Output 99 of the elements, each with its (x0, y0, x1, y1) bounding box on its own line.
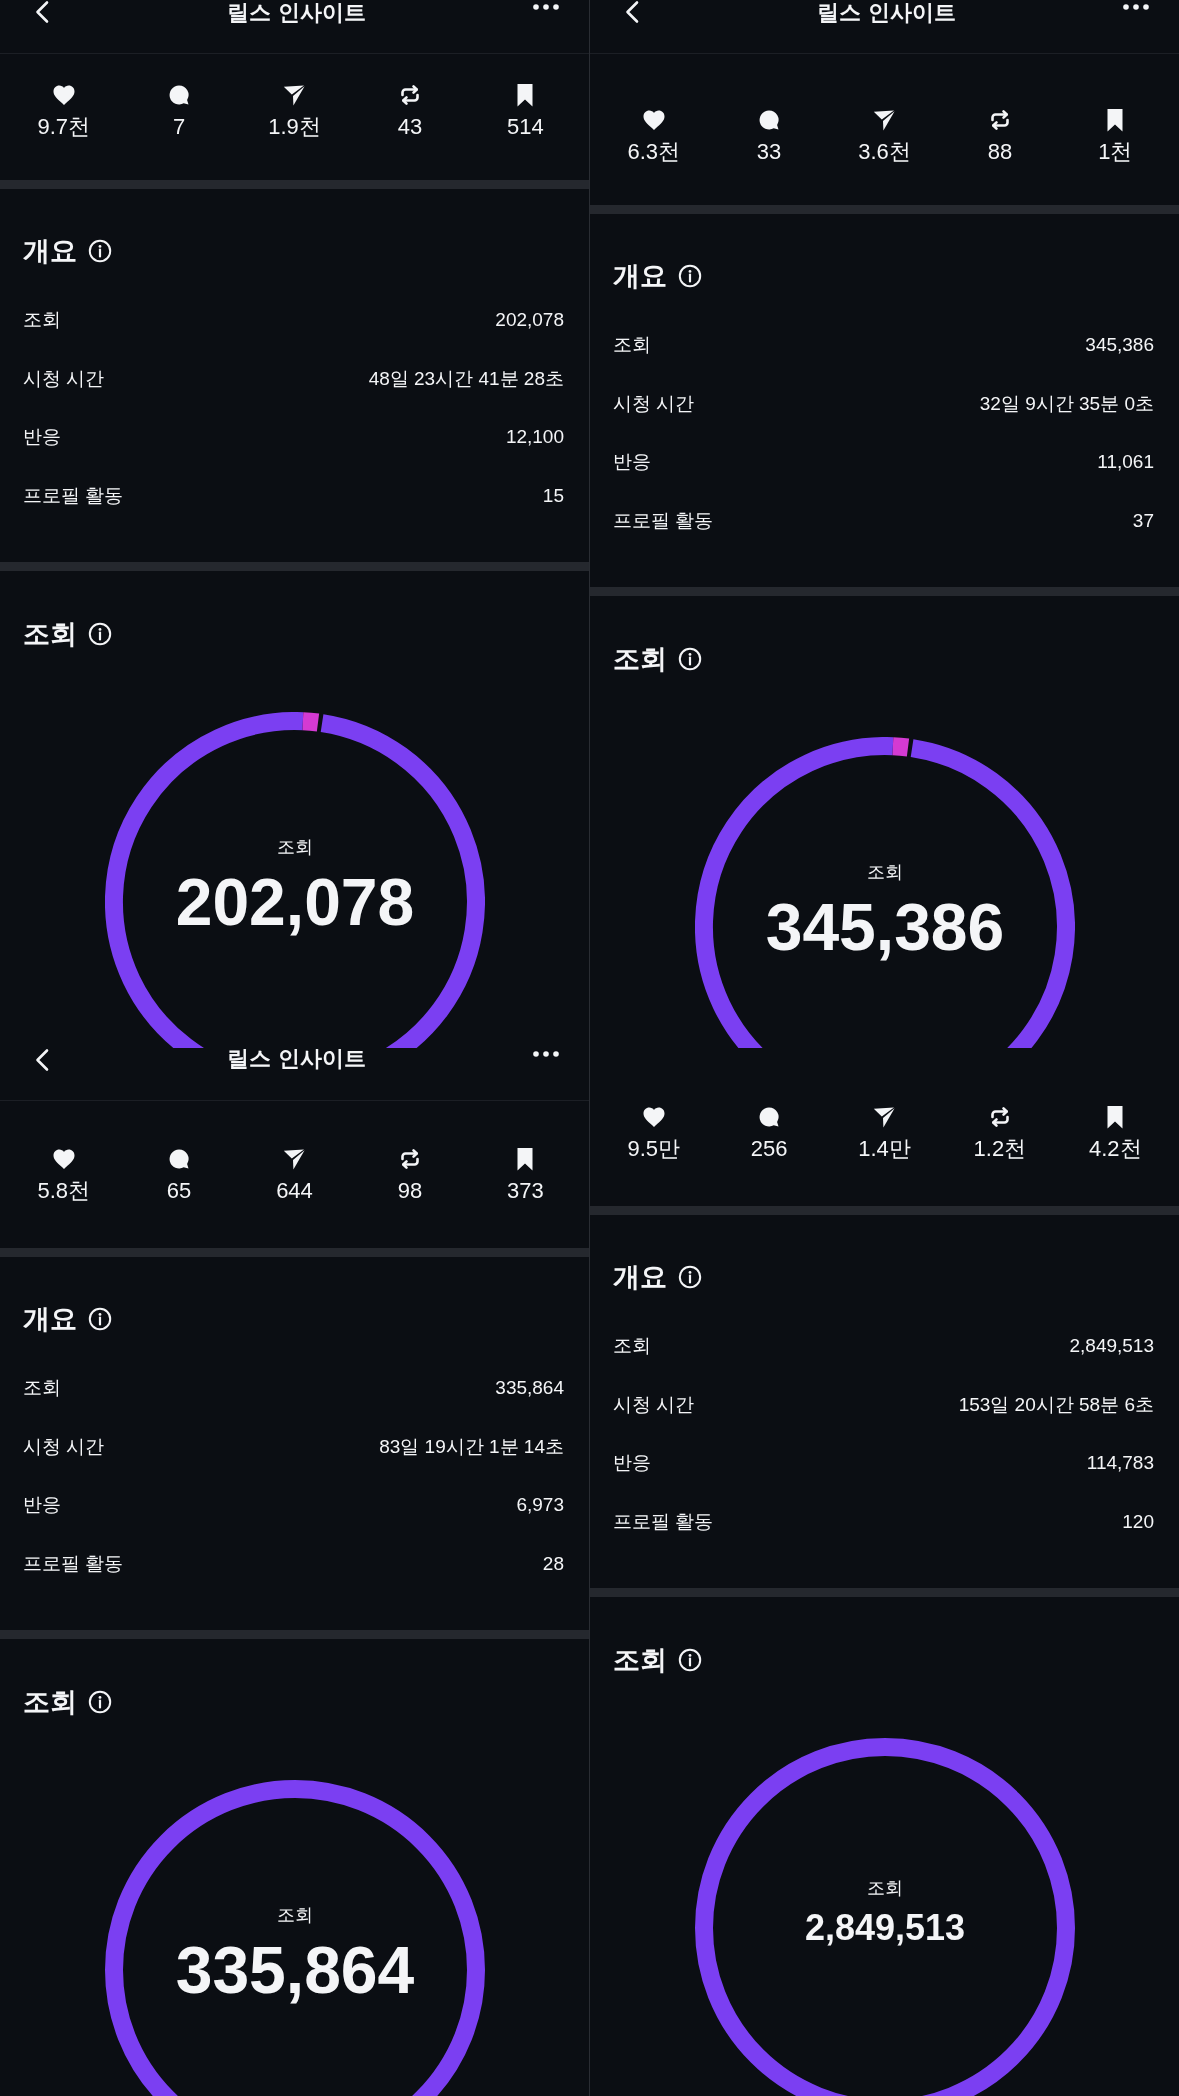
section-title: 개요 (613, 1261, 667, 1294)
ring-value: 345,386 (765, 890, 1005, 963)
stat-value: 256 (750, 1136, 788, 1162)
heart-icon (641, 1105, 666, 1129)
stat-value: 1.2천 (973, 1136, 1027, 1162)
heart-icon (51, 1147, 76, 1171)
metric-value: 114,783 (1086, 1451, 1154, 1475)
more-icon[interactable] (533, 1051, 559, 1057)
metric-label: 반응 (613, 1451, 651, 1475)
section-title: 개요 (23, 235, 77, 268)
paper-plane-icon (282, 1147, 307, 1171)
metric-value: 120 (1122, 1509, 1154, 1534)
metric-label: 프로필 활동 (613, 508, 714, 533)
metric-value: 83일 19시간 1분 14초 (379, 1434, 564, 1459)
metric-label: 프로필 활동 (23, 1551, 124, 1576)
metric-label: 반응 (613, 450, 651, 474)
metric-label: 반응 (23, 425, 61, 449)
ring-value: 2,849,513 (804, 1906, 966, 1949)
metric-value: 202,078 (495, 308, 564, 332)
stat-value: 33 (756, 139, 782, 165)
screen-title: 릴스 인사이트 (817, 0, 956, 26)
metric-label: 조회 (23, 308, 61, 332)
screen-title: 릴스 인사이트 (227, 1048, 366, 1070)
stat-value: 1.4만 (858, 1136, 911, 1162)
speech-bubble-icon (757, 1105, 782, 1129)
metric-label: 조회 (23, 1376, 61, 1400)
info-icon[interactable] (678, 646, 702, 671)
stat-value: 4.2천 (1089, 1136, 1142, 1162)
screen-title: 릴스 인사이트 (227, 0, 366, 26)
more-icon[interactable] (533, 4, 559, 10)
stat-value: 88 (987, 139, 1013, 165)
metric-value: 153일 20시간 58분 6초 (958, 1392, 1154, 1417)
metric-label: 프로필 활동 (23, 483, 124, 508)
section-title: 조회 (23, 617, 77, 651)
back-icon[interactable] (624, 0, 640, 24)
metric-label: 반응 (23, 1493, 61, 1517)
stat-value: 3.6천 (858, 139, 911, 165)
info-icon[interactable] (88, 1689, 112, 1714)
metric-value: 48일 23시간 41분 28초 (368, 366, 564, 391)
metric-value: 15 (542, 483, 564, 508)
metric-value: 335,864 (495, 1376, 564, 1400)
metric-value: 12,100 (505, 425, 564, 449)
ring-label: 조회 (867, 860, 903, 883)
metric-value: 345,386 (1085, 333, 1154, 357)
speech-bubble-icon (167, 1147, 192, 1171)
info-icon[interactable] (678, 1265, 702, 1289)
metric-value: 37 (1132, 508, 1154, 533)
section-title: 조회 (23, 1685, 77, 1719)
stat-value: 9.7천 (37, 114, 90, 140)
ring-label: 조회 (867, 1876, 903, 1899)
heart-icon (641, 108, 666, 132)
ring-segment (892, 736, 910, 756)
stat-value: 514 (506, 114, 544, 140)
back-icon[interactable] (34, 1048, 50, 1072)
section-title: 개요 (23, 1303, 77, 1336)
section-title: 조회 (613, 642, 667, 676)
metric-value: 11,061 (1097, 450, 1154, 474)
speech-bubble-icon (757, 108, 782, 132)
metric-label: 조회 (613, 1334, 651, 1358)
paper-plane-icon (872, 1105, 897, 1129)
metric-label: 시청 시간 (23, 366, 105, 391)
info-icon[interactable] (88, 1307, 112, 1331)
metric-value: 6,973 (516, 1493, 564, 1517)
paper-plane-icon (282, 83, 307, 107)
info-icon[interactable] (678, 264, 702, 288)
paper-plane-icon (872, 108, 897, 132)
section-title: 개요 (613, 260, 667, 293)
ring-label: 조회 (277, 835, 313, 858)
metric-label: 시청 시간 (613, 1392, 695, 1417)
back-icon[interactable] (34, 0, 50, 24)
ring-segment (302, 711, 320, 731)
more-icon[interactable] (1123, 4, 1149, 10)
stat-value: 98 (397, 1178, 423, 1204)
metric-label: 시청 시간 (613, 391, 695, 416)
ring-label: 조회 (277, 1903, 313, 1926)
ring-value: 335,864 (175, 1933, 415, 2006)
stat-value: 1.9천 (268, 114, 321, 140)
metric-label: 시청 시간 (23, 1434, 105, 1459)
section-title: 조회 (613, 1643, 667, 1677)
metric-value: 28 (542, 1551, 564, 1576)
stat-value: 1천 (1098, 139, 1133, 165)
stat-value: 6.3천 (627, 139, 680, 165)
stat-value: 7 (172, 114, 186, 140)
speech-bubble-icon (167, 83, 192, 107)
stat-value: 43 (397, 114, 423, 140)
info-icon[interactable] (678, 1647, 702, 1672)
stat-value: 65 (166, 1178, 192, 1204)
metric-label: 프로필 활동 (613, 1509, 714, 1534)
stat-value: 373 (506, 1178, 544, 1204)
metric-value: 2,849,513 (1069, 1334, 1154, 1358)
ring-value: 202,078 (175, 865, 415, 938)
stat-value: 9.5만 (627, 1136, 680, 1162)
info-icon[interactable] (88, 239, 112, 263)
info-icon[interactable] (88, 621, 112, 646)
metric-value: 32일 9시간 35분 0초 (979, 391, 1154, 416)
metric-label: 조회 (613, 333, 651, 357)
heart-icon (51, 83, 76, 107)
stat-value: 644 (276, 1178, 313, 1204)
stat-value: 5.8천 (37, 1178, 90, 1204)
